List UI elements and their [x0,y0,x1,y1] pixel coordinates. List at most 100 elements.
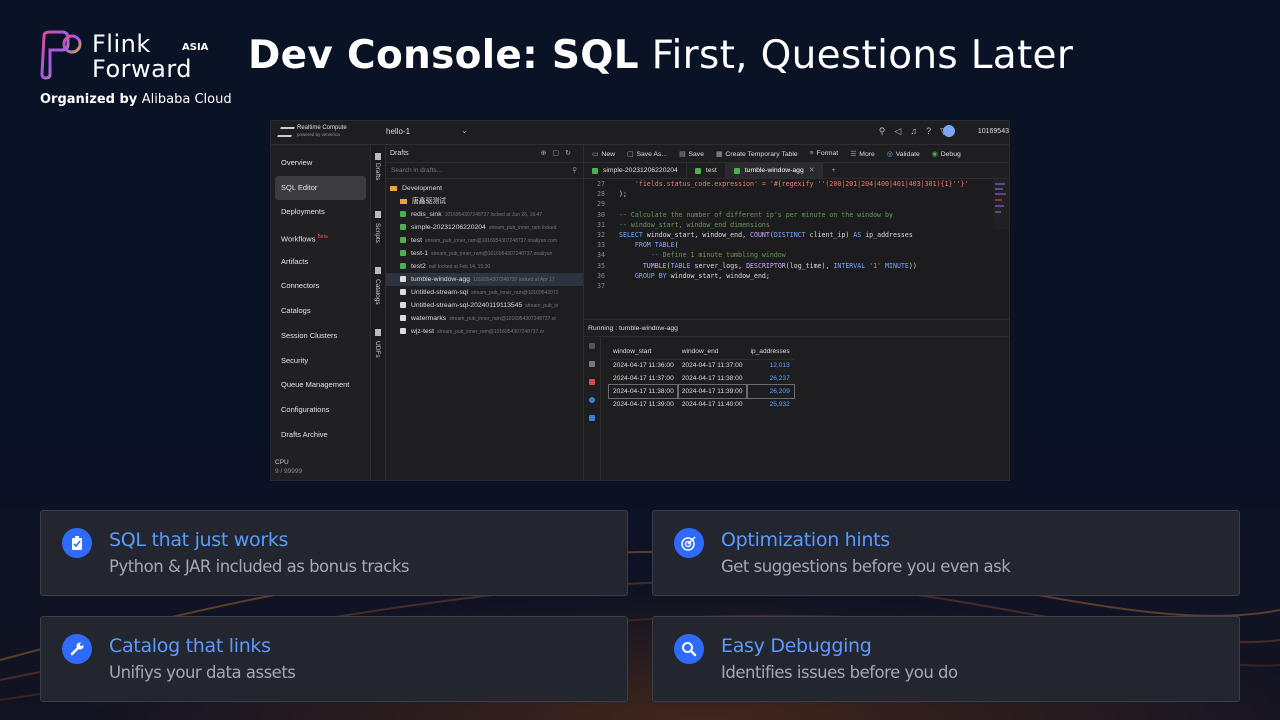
table-cell: 2024-04-17 11:37:00 [681,362,743,370]
column-header[interactable]: window_start [609,344,678,360]
tree-draft-item[interactable]: wjz-test stream_pub_inner_ram@10169543072… [386,325,583,338]
pause-icon[interactable] [589,361,595,367]
vtab-catalogs[interactable]: Catalogs [374,279,381,305]
bell-icon[interactable]: ♫ [910,126,917,137]
tree-draft-item[interactable]: test2 null locked at Feb 14, 15:30 [386,260,583,273]
vtab-udfs[interactable]: UDFs [374,341,381,358]
create-temp-table-button[interactable]: ▦ Create Temporary Table [716,150,798,158]
column-header[interactable]: ip_addresses [746,344,794,360]
table-row[interactable]: 2024-04-17 11:37:00 2024-04-17 11:38:00 26… [609,372,794,385]
chat-icon[interactable] [589,397,595,403]
table-icon: ▦ [715,150,723,158]
chevron-down-icon[interactable]: ⌄ [461,126,468,135]
organized-label: Organized by [40,92,138,107]
nav-item-workflows[interactable]: Workflows Beta [275,225,366,250]
tree-draft-item[interactable]: test-1 stream_pub_inner_ram@1016954307248… [386,247,583,260]
column-header[interactable]: window_end [677,344,747,360]
dev-console-screenshot: Realtime Compute powered by ververica he… [270,120,1010,481]
help-icon[interactable]: ? [926,126,931,137]
avatar[interactable] [943,125,955,137]
tab-simple[interactable]: simple-20231206220204 [584,163,687,178]
new-button[interactable]: ▭ New [592,150,615,158]
logo-region: ASIA [182,42,209,53]
tab-tumble-window-agg[interactable]: tumble-window-agg ✕ [725,163,824,178]
line-number: 36 [597,271,605,280]
table-row[interactable]: 2024-04-17 11:39:00 2024-04-17 11:40:00 25… [609,398,794,411]
nav-item-drafts-archive[interactable]: Drafts Archive [275,423,366,448]
code-token: ( [674,241,679,250]
table-row[interactable]: 2024-04-17 11:38:00 2024-04-17 11:39:00 26… [608,384,795,399]
sql-file-icon [400,315,406,322]
nav-item-artifacts[interactable]: Artifacts [275,250,366,275]
wrench-icon [62,634,92,664]
format-button[interactable]: ≡ Format [810,150,839,157]
tree-draft-item[interactable]: Untitled-stream-sql stream_pub_inner_ram@… [386,286,583,299]
close-icon[interactable]: ✕ [809,163,815,178]
expand-icon[interactable] [589,415,595,421]
new-icon: ▭ [592,150,599,158]
validate-button[interactable]: ◎ Validate [887,150,920,158]
card-title: Catalog that links [109,635,271,657]
account-id[interactable]: 10169543 [978,128,1009,135]
tree-draft-item[interactable]: simple-20231206220204 stream_pub_inner_ra… [386,221,583,234]
nav-item-catalogs[interactable]: Catalogs [275,299,366,324]
debug-button[interactable]: ◉ Debug [932,150,961,158]
tree-folder[interactable]: Development [386,182,583,195]
flink-forward-logo: Flink Forward ASIA Organized by Alibaba … [40,30,232,110]
nav-item-overview[interactable]: Overview [275,151,366,176]
tree-item-meta: stream_pub_inner_ram@10169543072 [471,290,559,296]
code-token: DISTINCT [773,230,806,239]
code-token: DESCRIPTOR [746,261,786,270]
create-temp-table-label: Create Temporary Table [725,150,798,158]
workspace-selector[interactable]: hello-1 [386,127,410,136]
tab-test[interactable]: test [687,163,726,178]
sql-file-icon [400,224,406,231]
nav-item-security[interactable]: Security [275,349,366,374]
nav-item-sql-editor[interactable]: SQL Editor [275,175,366,201]
code-token: (log_time), [785,261,834,270]
table-cell: 2024-04-17 11:37:00 [613,375,674,382]
nav-item-queue-management[interactable]: Queue Management [275,373,366,398]
save-as-button[interactable]: ▢ Save As... [627,150,667,158]
code-token: -- window_start, window_end dimensions [619,220,770,229]
editor-header: ▭ New ▢ Save As... ▤ Save ▦ Create Temporary… [584,145,1009,179]
nav-item-deployments[interactable]: Deployments [275,200,366,225]
drafts-actions[interactable]: ⊕▢↻ [541,145,577,163]
code-minimap[interactable] [993,179,1009,229]
nav-item-session-clusters[interactable]: Session Clusters [275,324,366,349]
nav-item-connectors[interactable]: Connectors [275,274,366,299]
tree-draft-item[interactable]: watermarks stream_pub_inner_ram@101695430… [386,312,583,325]
sql-file-icon [400,328,406,335]
page-title-rest: First, Questions Later [638,33,1074,78]
sql-file-icon [400,211,406,218]
save-button[interactable]: ▤ Save [679,150,704,158]
add-tab-button[interactable]: + [823,163,843,178]
tree-draft-item[interactable]: Untitled-stream-sql-20240119113545 stream… [386,299,583,312]
minimap-line [995,211,1001,213]
sql-file-icon [400,237,406,244]
tree-draft-item[interactable]: test stream_pub_inner_ram@101695430724873… [386,234,583,247]
sql-file-icon [400,302,406,309]
tree-folder[interactable]: 唐鑫驱测试 [386,195,583,208]
brand-name: Realtime Compute [297,125,347,131]
rocket-icon[interactable]: ⚲ [879,126,886,137]
collapse-icon[interactable] [589,343,595,349]
nav-item-configurations[interactable]: Configurations [275,398,366,423]
code-line: 34 -- Define 1 minute tumbling window [584,250,1009,260]
code-line: 37 [584,281,1009,291]
drafts-search-input[interactable]: Search in drafts... ⚲ [386,163,583,179]
stop-icon[interactable] [589,379,595,385]
tree-item-meta: stream_pub_inner_ram@1016954307248737.or [437,329,545,335]
code-token: '1' [865,261,882,270]
tree-draft-item[interactable]: redis_sink 1016954307248737 locked at Jun… [386,208,583,221]
app-brand[interactable]: Realtime Compute powered by ververica [277,125,347,138]
more-button[interactable]: ☰ More [850,150,875,158]
megaphone-icon[interactable]: ◁ [894,126,901,137]
table-row[interactable]: 2024-04-17 11:36:00 2024-04-17 11:37:00 12… [609,359,794,372]
line-number: 31 [597,220,605,229]
tree-draft-item[interactable]: tumble-window-agg 1016954307248737 locked… [386,273,583,286]
vtab-drafts[interactable]: Drafts [374,163,381,180]
vtab-scripts[interactable]: Scripts [374,223,381,243]
sql-code-editor[interactable]: 27 'fields.status_code.expression' = '#{… [584,179,1009,319]
table-cell: 2024-04-17 11:38:00 [681,375,743,382]
